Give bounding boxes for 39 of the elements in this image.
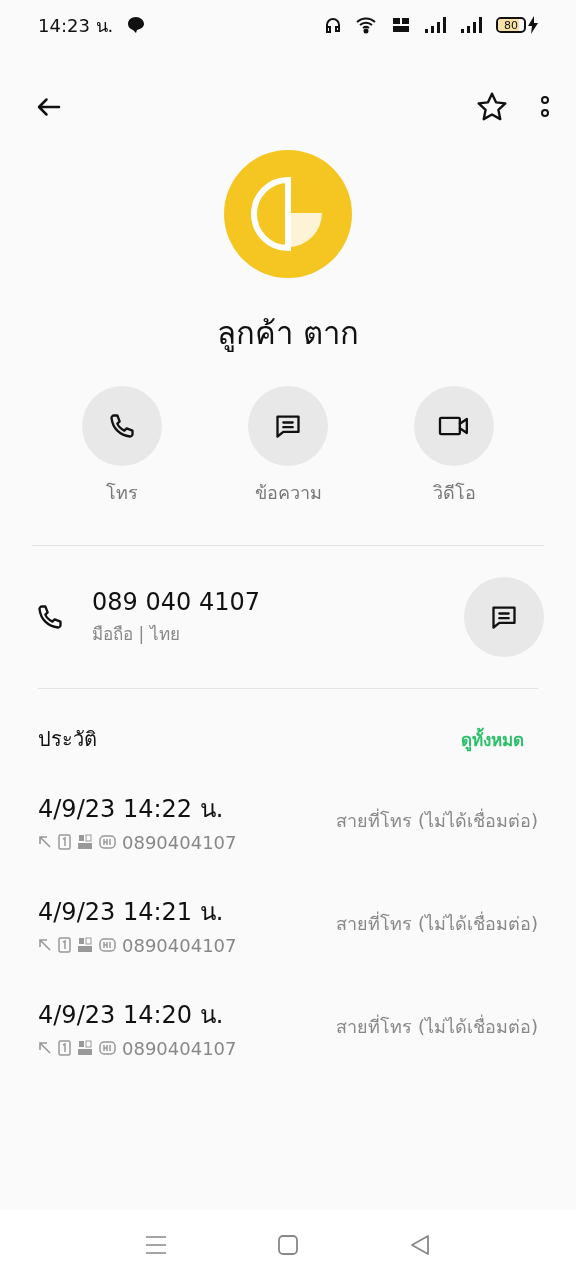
action-label: วิดีโอ — [432, 481, 476, 505]
view-all-link[interactable]: ดูทั้งหมด — [461, 725, 524, 753]
contact-name: ลูกค้า ตาก — [217, 314, 359, 354]
call-status: สายที่โทร (ไม่ได้เชื่อมต่อ) — [336, 807, 538, 833]
call-status: สายที่โทร (ไม่ได้เชื่อมต่อ) — [336, 910, 538, 936]
call-number: 0890404107 — [122, 1037, 237, 1059]
signal-icon — [424, 16, 446, 34]
chat-app-icon — [127, 16, 146, 34]
outgoing-arrow-icon — [38, 938, 52, 952]
back-nav-button[interactable] — [409, 1234, 431, 1256]
outgoing-arrow-icon — [38, 1041, 52, 1055]
battery-indicator: 80 — [496, 17, 526, 33]
call-status: สายที่โทร (ไม่ได้เชื่อมต่อ) — [336, 1013, 538, 1039]
hd-icon — [99, 1041, 116, 1055]
favorite-star-button[interactable] — [476, 91, 508, 123]
sim-card-icon — [58, 1040, 71, 1056]
call-date: 4/9/23 14:20 น. — [38, 999, 225, 1031]
call-number: 0890404107 — [122, 831, 237, 853]
home-button[interactable] — [277, 1234, 299, 1256]
signal-icon — [460, 16, 482, 34]
sim-card-icon — [58, 937, 71, 953]
action-label: โทร — [106, 481, 138, 505]
sim-card-icon — [58, 834, 71, 850]
call-number: 0890404107 — [122, 934, 237, 956]
status-time: 14:23 น. — [38, 13, 114, 38]
call-date: 4/9/23 14:21 น. — [38, 896, 225, 928]
hd-icon — [99, 835, 116, 849]
history-title: ประวัติ — [38, 726, 97, 753]
charging-icon — [528, 16, 538, 34]
phone-icon — [108, 412, 136, 440]
wifi-icon — [356, 16, 378, 34]
call-date: 4/9/23 14:22 น. — [38, 793, 225, 825]
hd-icon — [99, 938, 116, 952]
phone-icon — [36, 603, 64, 631]
headset-icon — [324, 16, 342, 34]
phone-type: มือถือ | ไทย — [92, 622, 181, 646]
phone-number: 089 040 4107 — [92, 587, 261, 616]
action-label: ข้อความ — [254, 481, 322, 505]
outgoing-arrow-icon — [38, 835, 52, 849]
